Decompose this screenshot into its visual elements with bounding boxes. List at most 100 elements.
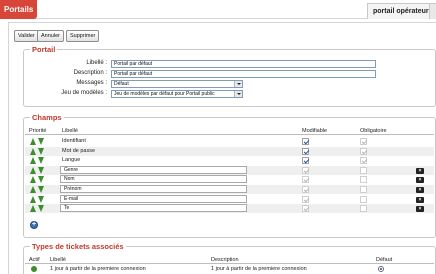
messages-select[interactable]: Défaut xyxy=(111,80,243,88)
arrow-up-icon[interactable] xyxy=(30,138,36,145)
delete-icon[interactable]: × xyxy=(416,177,424,184)
dropdown-arrow-icon[interactable] xyxy=(234,81,242,87)
arrow-down-icon[interactable] xyxy=(38,138,44,145)
champs-table-header: Priorité Libellé Modifiable Obligatoire xyxy=(25,128,434,135)
tab-portail-operateur[interactable]: portail opérateur xyxy=(367,3,435,19)
priority-controls xyxy=(30,195,46,203)
obligatoire-checkbox[interactable] xyxy=(360,176,367,184)
priority-controls xyxy=(30,147,46,155)
obligatoire-checkbox[interactable] xyxy=(360,186,367,193)
portail-legend: Portail xyxy=(30,45,58,54)
priority-controls xyxy=(30,157,46,165)
champ-label: Langue xyxy=(62,157,81,164)
champ-row: Mot de passe xyxy=(25,146,434,156)
arrow-up-icon[interactable] xyxy=(30,147,36,155)
header-ticket-description: Description xyxy=(211,257,239,263)
champ-label-input[interactable]: Te xyxy=(60,204,247,213)
tab-portails[interactable]: Portails xyxy=(0,0,38,19)
dropdown-arrow-icon[interactable] xyxy=(234,91,242,97)
champ-row: Identifiant xyxy=(25,137,434,146)
priority-controls xyxy=(30,186,46,193)
modifiable-checkbox[interactable] xyxy=(302,157,309,165)
champ-row: Langue xyxy=(25,156,434,165)
header-obligatoire: Obligatoire xyxy=(360,128,387,134)
active-icon[interactable] xyxy=(31,266,37,272)
modifiable-checkbox[interactable] xyxy=(302,205,309,213)
header-priorite: Priorité xyxy=(29,128,47,134)
arrow-down-icon[interactable] xyxy=(38,176,44,184)
champ-label-input[interactable]: Prénom xyxy=(60,185,247,193)
jeu-modeles-label: Jeu de modèles : xyxy=(61,90,107,96)
radio-icon[interactable] xyxy=(378,266,384,272)
priority-controls xyxy=(30,205,46,213)
arrow-down-icon[interactable] xyxy=(38,166,44,174)
obligatoire-checkbox[interactable] xyxy=(360,138,367,145)
arrow-down-icon[interactable] xyxy=(38,147,44,155)
arrow-up-icon[interactable] xyxy=(30,195,36,203)
ticket-row: 1 jour à partir de la premiere connexion… xyxy=(25,265,434,274)
header-ticket-libelle: Libellé xyxy=(50,257,66,263)
delete-icon[interactable]: × xyxy=(416,206,424,213)
modifiable-checkbox[interactable] xyxy=(302,186,309,193)
champ-label: Mot de passe xyxy=(62,147,96,154)
header-libelle: Libellé xyxy=(62,128,78,134)
priority-controls xyxy=(30,138,46,145)
arrow-down-icon[interactable] xyxy=(38,195,44,203)
obligatoire-checkbox[interactable] xyxy=(360,147,367,155)
portail-section: Portail xyxy=(23,45,436,107)
annuler-button[interactable]: Annuler xyxy=(37,30,64,42)
header-actif: Actif xyxy=(29,257,40,263)
obligatoire-checkbox[interactable] xyxy=(360,195,367,203)
add-icon[interactable]: + xyxy=(30,221,38,229)
champ-label-input[interactable]: Genre xyxy=(60,165,247,174)
delete-icon[interactable]: × xyxy=(416,187,424,193)
champs-legend: Champs xyxy=(30,113,64,122)
modifiable-checkbox[interactable] xyxy=(302,138,309,145)
champ-label-input[interactable]: Nom xyxy=(60,175,247,184)
libelle-label: Libellé : xyxy=(86,60,107,66)
tab-next[interactable] xyxy=(429,3,436,19)
tickets-table-header: Actif Libellé Description Défaut xyxy=(25,257,434,264)
ticket-description: 1 jour à partir de la premiere connexion xyxy=(211,266,307,272)
modifiable-checkbox[interactable] xyxy=(302,166,309,174)
modifiable-checkbox[interactable] xyxy=(302,147,309,155)
arrow-up-icon[interactable] xyxy=(30,205,36,213)
jeu-modeles-select-value: Jeu de modèles par défaut pour Portail p… xyxy=(114,91,215,97)
header-defaut: Défaut xyxy=(376,257,393,263)
champ-label: Identifiant xyxy=(62,138,86,144)
jeu-modeles-select[interactable]: Jeu de modèles par défaut pour Portail p… xyxy=(111,90,243,98)
delete-icon[interactable]: × xyxy=(416,196,424,203)
arrow-up-icon[interactable] xyxy=(30,186,36,193)
arrow-down-icon[interactable] xyxy=(38,186,44,193)
arrow-down-icon[interactable] xyxy=(38,205,44,213)
arrow-up-icon[interactable] xyxy=(30,166,36,174)
messages-select-value: Défaut xyxy=(114,81,129,87)
arrow-up-icon[interactable] xyxy=(30,176,36,184)
delete-icon[interactable]: × xyxy=(416,167,424,174)
priority-controls xyxy=(30,176,46,184)
obligatoire-checkbox[interactable] xyxy=(360,157,367,165)
description-label: Description : xyxy=(73,70,107,76)
ticket-libelle: 1 jour à partir de la premiere connexion xyxy=(50,266,146,272)
champ-row: Nom × xyxy=(25,175,434,184)
top-tab-bar: Portails portail opérateur xyxy=(0,0,436,19)
messages-label: Messages : xyxy=(76,80,107,86)
header-modifiable: Modifiable xyxy=(302,128,328,134)
modifiable-checkbox[interactable] xyxy=(302,176,309,184)
obligatoire-checkbox[interactable] xyxy=(360,205,367,213)
description-input[interactable]: Portail par défaut xyxy=(111,70,376,78)
obligatoire-checkbox[interactable] xyxy=(360,166,367,174)
libelle-input[interactable]: Portail par défaut xyxy=(111,60,376,68)
priority-controls xyxy=(30,166,46,174)
arrow-down-icon[interactable] xyxy=(38,157,44,165)
supprimer-button[interactable]: Supprimer xyxy=(66,30,100,42)
arrow-up-icon[interactable] xyxy=(30,157,36,165)
champ-label-input[interactable]: E-mail xyxy=(60,194,247,203)
champ-row: Te × xyxy=(25,204,434,214)
champ-row: Genre × xyxy=(25,165,434,175)
modifiable-checkbox[interactable] xyxy=(302,195,309,203)
tickets-legend: Types de tickets associés xyxy=(30,242,126,251)
champ-row: E-mail × xyxy=(25,194,434,204)
valider-button[interactable]: Valider xyxy=(14,30,39,42)
champ-row: Prénom × xyxy=(25,185,434,194)
